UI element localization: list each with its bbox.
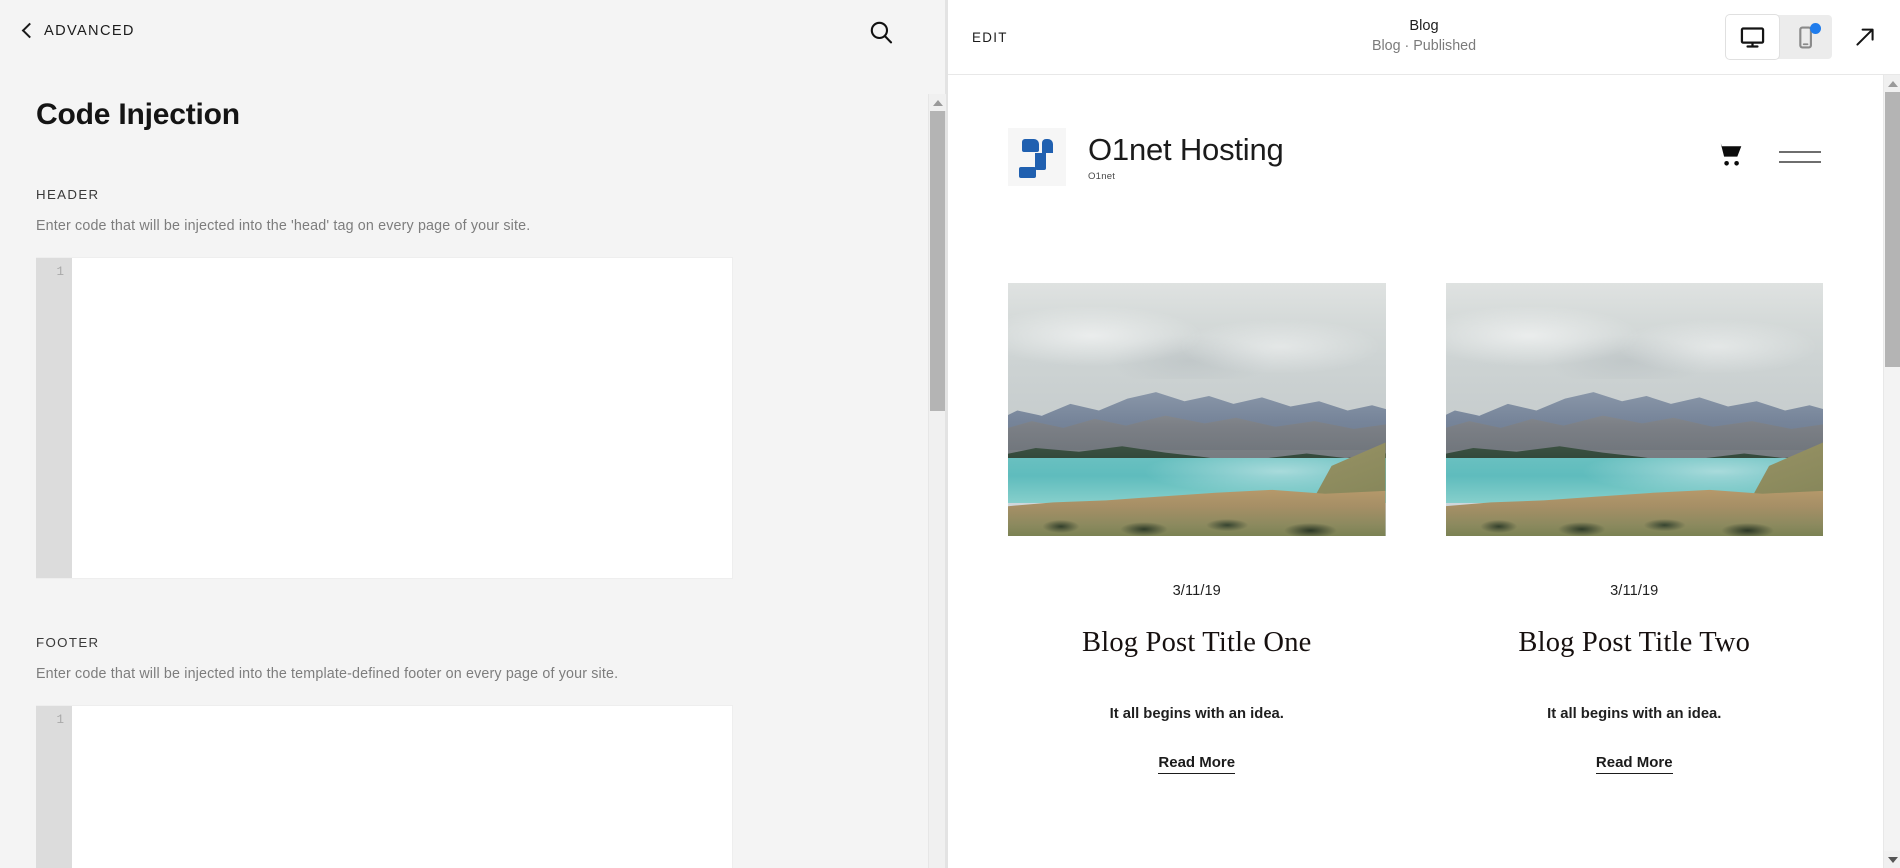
footer-editor-gutter: 1 [36,706,72,868]
settings-panel-scrollbar[interactable] [928,94,946,868]
read-more-link[interactable]: Read More [1595,754,1673,774]
app-root: ADVANCED Code Injection HEADER Enter cod… [0,0,1900,868]
section-label-header: HEADER [36,187,100,202]
line-number: 1 [56,265,64,279]
read-more-link[interactable]: Read More [1158,754,1236,774]
hamburger-menu-icon[interactable] [1779,150,1821,164]
footer-code-editor[interactable]: 1 [36,705,733,868]
section-description-header: Enter code that will be injected into th… [36,218,531,234]
device-view-toggle[interactable] [1726,15,1832,59]
shopping-cart-icon[interactable] [1715,141,1745,173]
scrollbar-thumb[interactable] [1885,92,1900,367]
device-toggle-desktop[interactable] [1726,15,1779,59]
site-brand-tagline: O1net [1088,171,1116,182]
mountain-lake-landscape-photo[interactable] [1445,283,1823,536]
footer-code-input[interactable] [72,706,732,868]
scroll-up-button[interactable] [929,94,946,111]
mobile-status-dot [1810,23,1821,34]
device-toggle-mobile[interactable] [1779,15,1832,59]
back-to-advanced-button[interactable]: ADVANCED [22,0,135,62]
header-code-editor[interactable]: 1 [36,257,733,579]
post-excerpt: It all begins with an idea. [1547,706,1722,722]
scrollbar-thumb[interactable] [930,111,945,411]
blog-post-card: 3/11/19 Blog Post Title Two It all begin… [1445,283,1824,774]
line-number: 1 [56,713,64,727]
open-in-new-window-button[interactable] [1850,22,1880,52]
preview-viewport[interactable]: O1net Hosting O1net 3/11/19 Blog Post Ti… [948,75,1900,868]
preview-panel: EDIT Blog Blog · Published O1net Hosting… [948,0,1900,868]
settings-top-bar: ADVANCED [0,0,945,62]
post-date: 3/11/19 [1172,583,1221,599]
triangle-down-icon [1887,856,1898,863]
search-button[interactable] [867,18,895,46]
chevron-left-icon [22,22,33,40]
mountain-lake-landscape-photo[interactable] [1008,283,1386,536]
o1net-logo-mark[interactable] [1008,128,1066,186]
section-description-footer: Enter code that will be injected into th… [36,666,619,682]
section-label-footer: FOOTER [36,635,100,650]
scroll-down-button[interactable] [1884,851,1900,868]
preview-toolbar-actions [1726,0,1880,74]
site-brand-title: O1net Hosting [1088,132,1284,167]
triangle-up-icon [932,99,943,106]
site-header: O1net Hosting O1net [1008,75,1823,186]
site-brand[interactable]: O1net Hosting O1net [1088,132,1284,182]
site-preview-frame: O1net Hosting O1net 3/11/19 Blog Post Ti… [948,75,1883,868]
blog-post-grid: 3/11/19 Blog Post Title One It all begin… [1008,283,1824,774]
post-excerpt: It all begins with an idea. [1109,706,1284,722]
preview-toolbar: EDIT Blog Blog · Published [948,0,1900,75]
page-title: Code Injection [36,98,240,131]
triangle-up-icon [1887,80,1898,87]
preview-scrollbar[interactable] [1883,75,1900,868]
scroll-up-button[interactable] [1884,75,1900,92]
header-code-input[interactable] [72,258,732,578]
post-title[interactable]: Blog Post Title One [1008,627,1386,659]
settings-panel: ADVANCED Code Injection HEADER Enter cod… [0,0,946,868]
header-editor-gutter: 1 [36,258,72,578]
site-nav-actions [1715,141,1823,173]
blog-post-card: 3/11/19 Blog Post Title One It all begin… [1008,283,1386,774]
settings-scroll-area[interactable]: Code Injection HEADER Enter code that wi… [0,62,945,868]
back-label: ADVANCED [44,23,135,39]
footer-injection-section: FOOTER Enter code that will be injected … [0,635,945,868]
post-date: 3/11/19 [1610,583,1659,599]
post-title[interactable]: Blog Post Title Two [1446,627,1824,659]
header-injection-section: HEADER Enter code that will be injected … [0,187,945,579]
